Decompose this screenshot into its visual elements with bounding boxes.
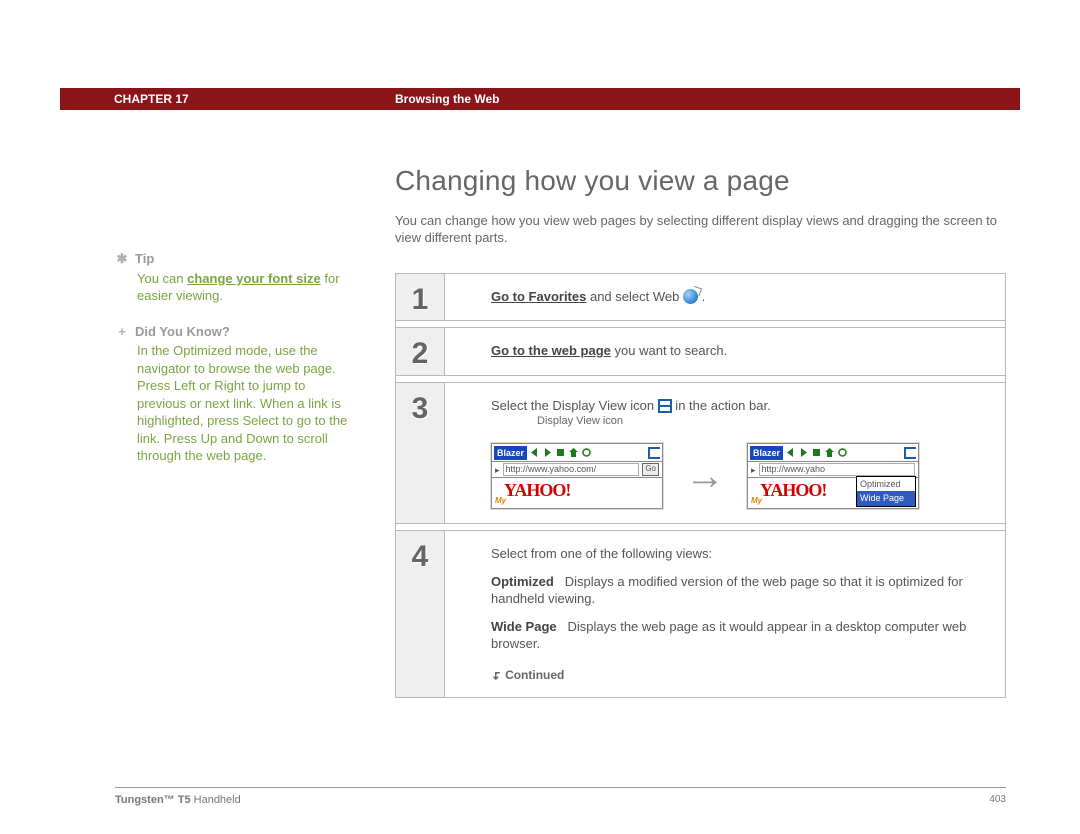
step-body: Go to the web page you want to search.: [445, 328, 1005, 375]
continued-label: ↵Continued: [491, 667, 985, 683]
page-number: 403: [989, 793, 1006, 808]
forward-icon: [542, 447, 553, 458]
step-body: Go to Favorites and select Web .: [445, 274, 1005, 321]
back-icon: [785, 447, 796, 458]
step-3: 3 Select the Display View icon in the ac…: [396, 382, 1005, 524]
plus-icon: +: [115, 323, 129, 341]
yahoo-logo: YAHOO!: [492, 478, 662, 502]
step-number: 2: [396, 328, 445, 375]
home-icon: [824, 447, 835, 458]
step-1: 1 Go to Favorites and select Web .: [396, 273, 1005, 322]
step-4: 4 Select from one of the following views…: [396, 530, 1005, 698]
back-icon: [529, 447, 540, 458]
display-view-icon: [904, 447, 916, 459]
display-view-icon: [648, 447, 660, 459]
go-button: Go: [642, 463, 659, 476]
step3-text: Select the Display View icon in the acti…: [491, 397, 985, 415]
step-2: 2 Go to the web page you want to search.: [396, 327, 1005, 376]
my-label: My: [495, 496, 506, 507]
intro-text: You can change how you view web pages by…: [395, 212, 1006, 247]
stop-icon: [811, 447, 822, 458]
blazer-toolbar: Blazer: [492, 444, 662, 462]
display-view-icon: [658, 399, 672, 413]
blazer-label: Blazer: [494, 446, 527, 460]
tip-heading: ✱Tip: [137, 250, 350, 268]
product-name: Tungsten™ T5 Handheld: [115, 793, 241, 808]
page-preview: YAHOO! My: [492, 478, 662, 508]
chapter-bar: CHAPTER 17 Browsing the Web: [60, 88, 1020, 110]
continued-arrow-icon: ↵: [488, 670, 504, 680]
section-title: Browsing the Web: [395, 91, 499, 107]
menu-optimized: Optimized: [857, 477, 915, 491]
blazer-label: Blazer: [750, 446, 783, 460]
webpage-link[interactable]: Go to the web page: [491, 343, 611, 358]
widepage-desc: Wide Page Displays the web page as it wo…: [491, 618, 985, 653]
home-icon: [568, 447, 579, 458]
step-body: Select from one of the following views: …: [445, 531, 1005, 697]
url-field: http://www.yahoo.com/: [503, 463, 640, 476]
tip-link[interactable]: change your font size: [187, 271, 321, 286]
optimized-desc: Optimized Displays a modified version of…: [491, 573, 985, 608]
sidebar: ✱Tip You can change your font size for e…: [115, 250, 350, 483]
screenshot-after: Blazer ▸ http://www: [747, 443, 919, 509]
didyouknow-heading: +Did You Know?: [137, 323, 350, 341]
screenshot-before: Blazer ▸ http://www: [491, 443, 663, 509]
favorites-link[interactable]: Go to Favorites: [491, 289, 586, 304]
url-bar: ▸ http://www.yahoo.com/ Go: [492, 462, 662, 478]
forward-icon: [798, 447, 809, 458]
page-footer: Tungsten™ T5 Handheld 403: [115, 787, 1006, 808]
page-preview: YAHOO! My Optimized Wide Page: [748, 478, 918, 508]
arrow-right-icon: →: [685, 449, 725, 503]
menu-wide-page: Wide Page: [857, 491, 915, 505]
web-globe-icon: [683, 289, 698, 304]
chapter-label: CHAPTER 17: [114, 91, 189, 107]
didyouknow-block: +Did You Know? In the Optimized mode, us…: [137, 323, 350, 465]
refresh-icon: [581, 447, 592, 458]
didyouknow-body: In the Optimized mode, use the navigator…: [137, 342, 350, 465]
figure-caption: Display View icon: [537, 414, 985, 429]
step4-lead: Select from one of the following views:: [491, 545, 985, 563]
blazer-toolbar: Blazer: [748, 444, 918, 462]
step-number: 4: [396, 531, 445, 697]
refresh-icon: [837, 447, 848, 458]
url-field: http://www.yaho: [759, 463, 915, 476]
asterisk-icon: ✱: [115, 250, 129, 268]
step-body: Select the Display View icon in the acti…: [445, 383, 1005, 523]
stop-icon: [555, 447, 566, 458]
tip-block: ✱Tip You can change your font size for e…: [137, 250, 350, 305]
main-content: Changing how you view a page You can cha…: [395, 162, 1006, 698]
steps-list: 1 Go to Favorites and select Web . 2 Go …: [395, 273, 1006, 698]
step-number: 3: [396, 383, 445, 523]
step-number: 1: [396, 274, 445, 321]
figure-row: Blazer ▸ http://www: [491, 443, 985, 509]
tip-body: You can change your font size for easier…: [137, 270, 350, 305]
my-label: My: [751, 496, 762, 507]
page: CHAPTER 17 Browsing the Web ✱Tip You can…: [0, 0, 1080, 834]
page-title: Changing how you view a page: [395, 162, 1006, 200]
view-menu: Optimized Wide Page: [856, 476, 916, 506]
